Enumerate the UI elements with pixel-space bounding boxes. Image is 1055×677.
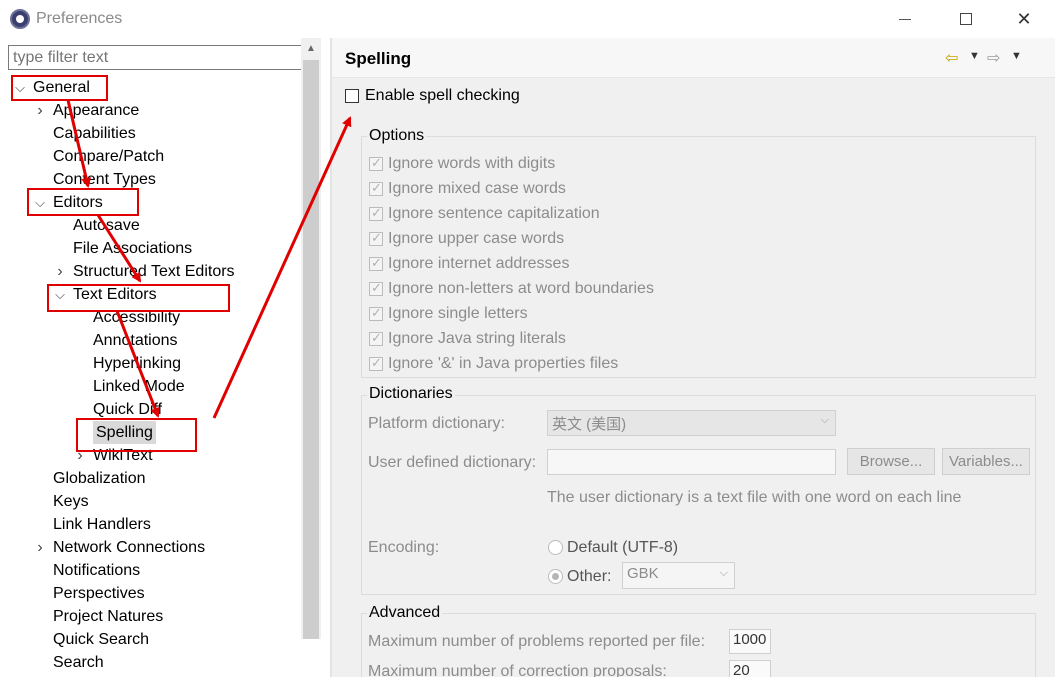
option-label[interactable]: Ignore non-letters at word boundaries [388,280,654,298]
option-checkbox[interactable] [369,305,383,321]
tree-item-label: Perspectives [53,585,145,602]
tree-item-label: Capabilities [53,125,136,142]
options-group-title: Options [367,127,427,145]
tree-item-label: Annotations [93,332,178,349]
window-title: Preferences [36,10,123,27]
tree-item-label: Quick Search [53,631,150,648]
tree-scrollbar[interactable]: ▲ [301,38,321,639]
max-proposals-input[interactable]: 20 [729,660,771,677]
tree-item-label: Compare/Patch [53,148,165,165]
advanced-group-title: Advanced [367,604,443,622]
platform-dictionary-value: 英文 (美国) [552,416,627,433]
chevron-right-icon[interactable]: › [54,260,66,283]
option-label[interactable]: Ignore words with digits [388,155,555,173]
tree-item-label: Autosave [73,217,140,234]
tree-item-label: Search [53,654,104,671]
browse-button[interactable]: Browse... [847,448,935,475]
title-bar: Preferences ✕ [0,0,1055,38]
variables-button[interactable]: Variables... [942,448,1030,475]
tree-item-label: Network Connections [53,539,206,556]
option-checkbox[interactable] [369,230,383,246]
option-checkbox[interactable] [369,180,383,196]
page-title: Spelling [345,49,412,68]
filter-input[interactable] [8,45,321,70]
option-checkbox[interactable] [369,205,383,221]
user-dictionary-hint: The user dictionary is a text file with … [547,489,962,506]
max-proposals-label: Maximum number of correction proposals: [368,663,667,677]
option-label[interactable]: Ignore internet addresses [388,255,569,273]
preference-tree: ⌵ General › Appearance Capabilities Compare/P… [0,76,300,677]
option-checkbox[interactable] [369,330,383,346]
tree-item-label: Keys [53,493,89,510]
tree-item-label: Structured Text Editors [73,263,235,280]
preference-tree-panel: ⌵General›AppearanceCapabilitiesCompare/P… [0,38,330,677]
other-encoding-select[interactable]: GBK ⌵ [622,562,735,589]
back-arrow-icon[interactable]: ⇦ [945,48,958,68]
forward-arrow-icon[interactable]: ⇨ [987,48,1000,68]
option-checkbox[interactable] [369,355,383,371]
option-checkbox[interactable] [369,155,383,171]
chevron-right-icon[interactable]: › [34,536,46,559]
option-checkbox[interactable] [369,255,383,271]
dictionaries-group-title: Dictionaries [367,385,455,403]
platform-dictionary-label: Platform dictionary: [368,415,505,432]
tree-item-label: Globalization [53,470,146,487]
tree-item-label: Linked Mode [93,378,185,395]
spelling-page: Spelling ⇦ ▼ ⇨ ▼ Enable spell checking O… [332,38,1055,677]
option-label[interactable]: Ignore upper case words [388,230,564,248]
annotation-box-text-editors [47,284,230,312]
chevron-right-icon[interactable]: › [34,99,46,122]
tree-item-label: Project Natures [53,608,164,625]
maximize-button[interactable] [945,6,985,32]
close-icon: ✕ [1016,9,1032,29]
option-label[interactable]: Ignore mixed case words [388,180,566,198]
other-encoding-radio[interactable] [548,569,563,584]
enable-spell-checking-checkbox[interactable] [345,89,359,103]
platform-dictionary-select[interactable]: 英文 (美国) ⌵ [547,410,836,436]
annotation-box-general [11,75,108,101]
annotation-box-spelling [76,418,197,452]
minimize-icon [899,19,911,20]
scroll-up-icon[interactable]: ▲ [301,40,321,58]
option-label[interactable]: Ignore '&' in Java properties files [388,355,618,373]
page-header: Spelling ⇦ ▼ ⇨ ▼ [332,38,1055,78]
encoding-label: Encoding: [368,539,440,556]
back-menu-icon[interactable]: ▼ [969,50,980,62]
default-encoding-radio[interactable] [548,540,563,555]
tree-item-label: Appearance [53,102,140,119]
maximize-icon [960,13,972,25]
tree-item-label: Hyperlinking [93,355,182,372]
eclipse-icon [10,9,30,29]
max-problems-input[interactable]: 1000 [729,629,771,654]
other-encoding-label[interactable]: Other: [567,568,611,586]
option-label[interactable]: Ignore sentence capitalization [388,205,600,223]
tree-item-label: File Associations [73,240,193,257]
annotation-box-editors [27,188,139,216]
default-encoding-label[interactable]: Default (UTF-8) [567,539,678,557]
option-label[interactable]: Ignore single letters [388,305,528,323]
enable-spell-checking-label[interactable]: Enable spell checking [365,87,520,105]
user-dictionary-label: User defined dictionary: [368,454,537,471]
tree-item-label: Link Handlers [53,516,151,533]
option-checkbox[interactable] [369,280,383,296]
user-dictionary-input[interactable] [547,449,836,475]
scroll-thumb[interactable] [303,60,319,639]
chevron-down-icon: ⌵ [820,414,829,426]
max-problems-label: Maximum number of problems reported per … [368,633,706,650]
minimize-button[interactable] [885,6,925,32]
close-button[interactable]: ✕ [1004,6,1044,32]
forward-menu-icon[interactable]: ▼ [1011,50,1022,62]
option-label[interactable]: Ignore Java string literals [388,330,566,348]
tree-item-label: Notifications [53,562,141,579]
chevron-down-icon: ⌵ [719,567,728,579]
other-encoding-value: GBK [627,565,659,582]
